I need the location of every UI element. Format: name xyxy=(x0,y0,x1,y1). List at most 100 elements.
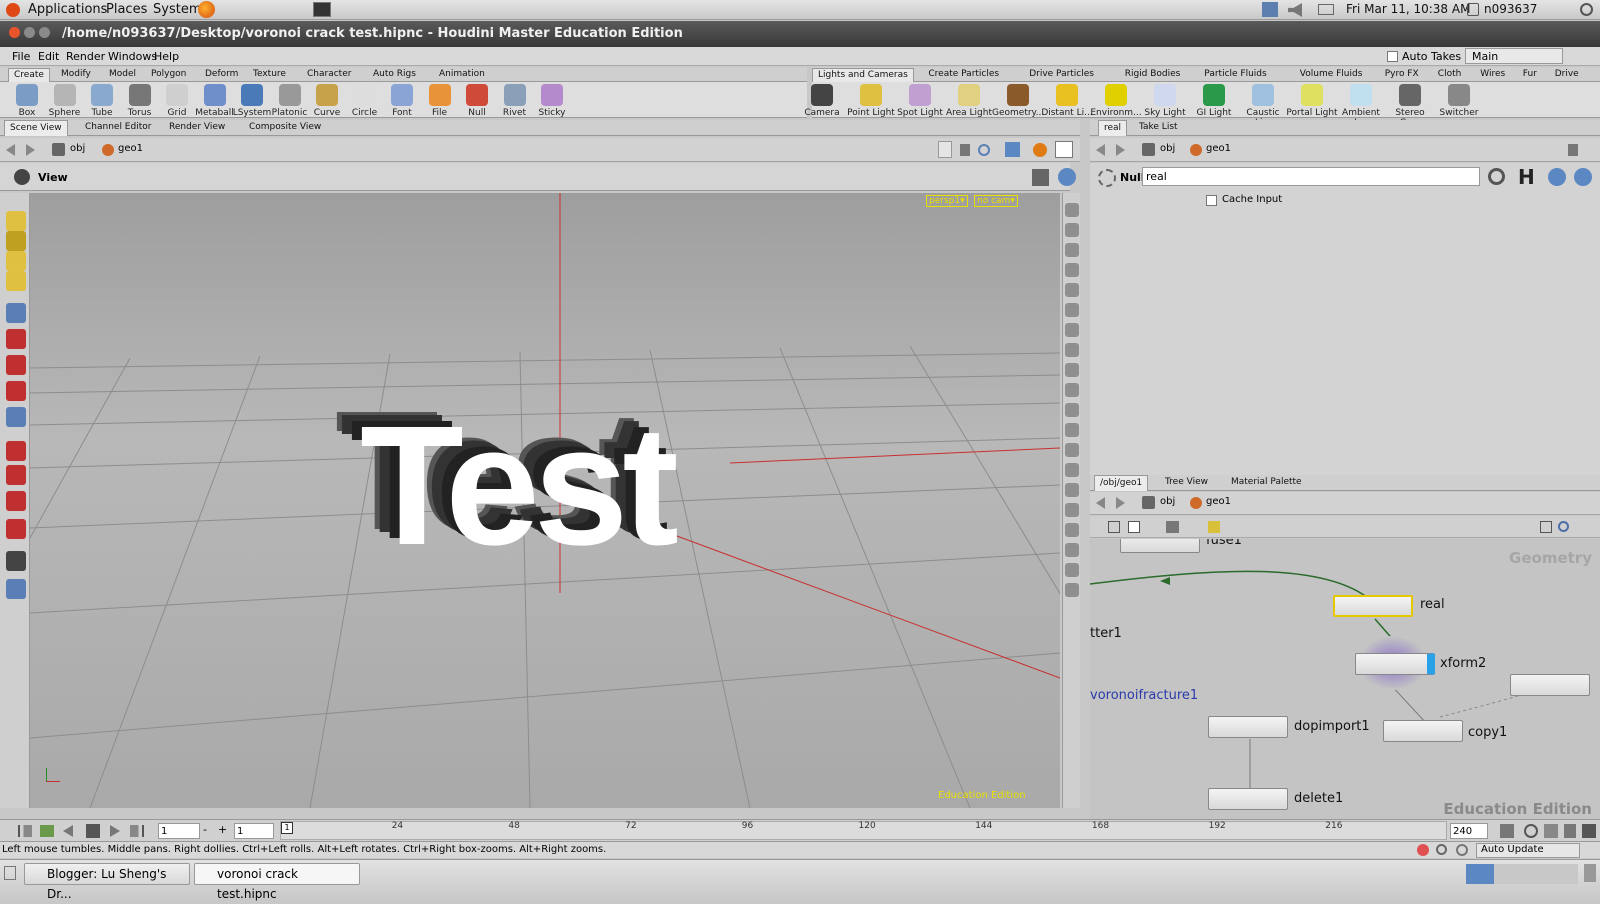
display-option-icon[interactable] xyxy=(1065,543,1079,557)
scene-viewport[interactable]: Test persp1▾ no cam▾ Education Edition xyxy=(30,193,1060,808)
shelf-tab-drive-simulation[interactable]: Drive Simulation xyxy=(1550,68,1600,92)
viewer-tab-scene-view[interactable]: Scene View xyxy=(4,120,68,136)
node-fuse1[interactable] xyxy=(1120,539,1200,553)
net-forward-arrow-icon[interactable] xyxy=(1116,497,1125,509)
shelf-tool-portallight[interactable]: Portal Light xyxy=(1286,82,1338,118)
param-tab-take-list[interactable]: Take List xyxy=(1134,120,1183,136)
shelf-tool-rivet[interactable]: Rivet xyxy=(495,82,535,118)
update-mode-select[interactable]: Auto Update xyxy=(1476,843,1580,858)
rotate-handle-icon[interactable] xyxy=(6,355,26,375)
forward-arrow-icon[interactable] xyxy=(26,144,35,156)
menu-file[interactable]: File xyxy=(12,50,30,63)
display-option-icon[interactable] xyxy=(1065,223,1079,237)
link-icon[interactable] xyxy=(978,144,990,156)
firefox-icon[interactable] xyxy=(198,1,215,18)
system-menu[interactable]: System xyxy=(153,2,201,17)
node-delete1[interactable] xyxy=(1208,788,1288,810)
maximize-window-button[interactable] xyxy=(39,27,50,38)
shelf-tab-rigid-bodies[interactable]: Rigid Bodies xyxy=(1120,68,1186,82)
menu-render[interactable]: Render xyxy=(66,50,105,63)
jump-start-icon[interactable] xyxy=(18,825,32,837)
display-option-icon[interactable] xyxy=(1065,303,1079,317)
shelf-tab-modify[interactable]: Modify xyxy=(56,68,96,82)
power-icon[interactable] xyxy=(1580,3,1593,16)
network-tab-material-palette[interactable]: Material Palette xyxy=(1226,475,1307,491)
display-option-icon[interactable] xyxy=(1065,403,1079,417)
brush-tool-icon[interactable] xyxy=(6,491,26,511)
minimize-window-button[interactable] xyxy=(24,27,35,38)
param-pin-icon[interactable] xyxy=(1568,144,1578,156)
taskbar-item-houdini[interactable]: voronoi crack test.hipnc xyxy=(194,863,360,901)
menu-windows[interactable]: Windows xyxy=(108,50,157,63)
list-mode-icon[interactable] xyxy=(1108,521,1120,533)
display-option-icon[interactable] xyxy=(1065,383,1079,397)
thumbnail-icon[interactable] xyxy=(1166,521,1179,533)
jump-end-icon[interactable] xyxy=(130,825,144,837)
display-option-icon[interactable] xyxy=(1065,203,1079,217)
node-real[interactable] xyxy=(1333,595,1413,617)
pointer-icon[interactable] xyxy=(6,303,26,323)
display-option-icon[interactable] xyxy=(1065,323,1079,337)
path-obj[interactable]: obj xyxy=(70,143,85,154)
user-name[interactable]: n093637 xyxy=(1484,2,1537,16)
shelf-tool-geometry[interactable]: Geometry... xyxy=(992,82,1044,118)
shelf-tool-metaball[interactable]: Metaball xyxy=(195,82,235,118)
display-option-icon[interactable] xyxy=(1065,523,1079,537)
select-edges-icon[interactable] xyxy=(6,251,26,271)
shelf-tab-deform[interactable]: Deform xyxy=(200,68,243,82)
cam-menu[interactable]: no cam▾ xyxy=(974,195,1018,207)
node-xform2[interactable] xyxy=(1355,653,1435,675)
display-option-icon[interactable] xyxy=(1065,443,1079,457)
shelf-tab-auto-rigs[interactable]: Auto Rigs xyxy=(368,68,421,82)
frame-decrement-button[interactable]: - xyxy=(203,823,207,836)
shelf-tool-gilight[interactable]: GI Light xyxy=(1188,82,1240,118)
network-editor[interactable]: Geometry Education Edition fuse1 real tt… xyxy=(1090,539,1600,819)
render-sphere-icon[interactable] xyxy=(1033,143,1047,157)
shelf-tab-fur[interactable]: Fur xyxy=(1518,68,1542,82)
current-frame-input[interactable] xyxy=(158,823,200,839)
show-desktop-icon[interactable] xyxy=(4,866,16,880)
refresh-icon[interactable] xyxy=(1456,844,1468,856)
snapshot-icon[interactable] xyxy=(1055,141,1073,158)
shelf-tab-wires[interactable]: Wires xyxy=(1475,68,1510,82)
mail-icon[interactable] xyxy=(1318,4,1334,15)
display-option-icon[interactable] xyxy=(1065,263,1079,277)
terminal-icon[interactable] xyxy=(313,2,331,17)
shelf-tool-spotlight[interactable]: Spot Light xyxy=(894,82,946,118)
shelf-tool-font[interactable]: Font xyxy=(382,82,422,118)
houdini-logo-icon[interactable]: H xyxy=(1518,165,1535,189)
network-tab--obj-geo-[interactable]: /obj/geo1 xyxy=(1094,475,1149,491)
shelf-tab-drive-particles[interactable]: Drive Particles xyxy=(1024,68,1099,82)
help-icon[interactable] xyxy=(1058,168,1076,186)
shelf-tool-tube[interactable]: Tube xyxy=(82,82,122,118)
net-path-obj[interactable]: obj xyxy=(1160,496,1175,507)
path-geo[interactable]: geo1 xyxy=(118,143,143,154)
zoom-icon[interactable] xyxy=(1558,521,1569,532)
shelf-tool-pointlight[interactable]: Point Light xyxy=(845,82,897,118)
shelf-tool-distantli[interactable]: Distant Li... xyxy=(1041,82,1093,118)
clock[interactable]: Fri Mar 11, 10:38 AM xyxy=(1346,2,1470,16)
node-dopimport1[interactable] xyxy=(1208,716,1288,738)
stop-icon[interactable] xyxy=(86,824,100,838)
param-back-arrow-icon[interactable] xyxy=(1096,144,1105,156)
shelf-tab-character[interactable]: Character xyxy=(302,68,356,82)
param-path-geo[interactable]: geo1 xyxy=(1206,143,1231,154)
frame-increment-button[interactable]: + xyxy=(218,823,227,836)
timeline-track[interactable]: 1 24 48 72 96 120 144 168 192 216 xyxy=(280,821,1447,840)
display-option-icon[interactable] xyxy=(1065,583,1079,597)
audio-icon[interactable] xyxy=(1564,824,1576,838)
viewer-tab-channel-editor[interactable]: Channel Editor xyxy=(80,120,156,136)
applications-menu[interactable]: Applications xyxy=(28,2,107,17)
menu-help[interactable]: Help xyxy=(154,50,179,63)
display-option-icon[interactable] xyxy=(1065,283,1079,297)
param-info-icon[interactable] xyxy=(1548,168,1566,186)
param-gear-icon[interactable] xyxy=(1488,168,1505,185)
note-icon[interactable] xyxy=(1208,521,1220,533)
shelf-tool-torus[interactable]: Torus xyxy=(120,82,160,118)
select-prims-icon[interactable] xyxy=(6,271,26,291)
display-option-icon[interactable] xyxy=(1065,243,1079,257)
transform-handle-icon[interactable] xyxy=(6,407,26,427)
magnet-tool-icon[interactable] xyxy=(6,465,26,485)
trash-icon[interactable] xyxy=(1584,864,1596,882)
shelf-tab-cloth[interactable]: Cloth xyxy=(1433,68,1467,82)
